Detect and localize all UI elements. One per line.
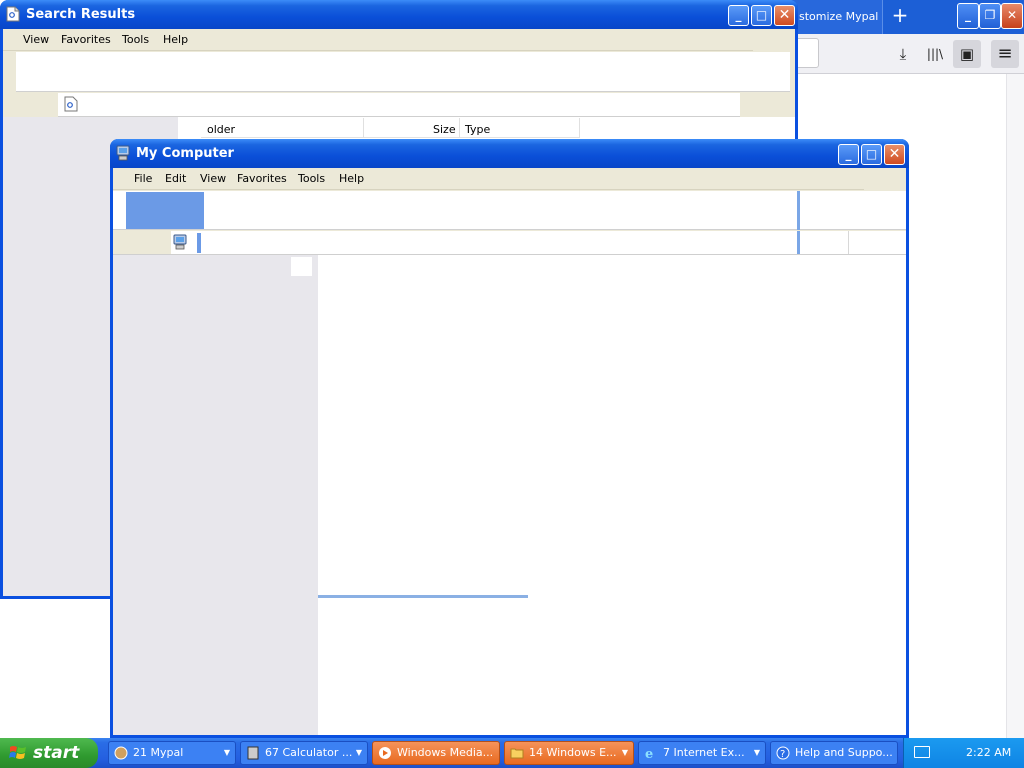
mypal-tab-strip: stomize Mypal + _ ❐ ✕ [781, 0, 1024, 34]
toolbar-selected-button[interactable] [126, 192, 204, 229]
column-folder[interactable]: older [207, 123, 235, 136]
folder-icon [510, 748, 524, 759]
help-icon: ? [776, 746, 790, 760]
mycomputer-close-button[interactable]: ✕ [884, 144, 905, 165]
mypal-tab-customize[interactable]: stomize Mypal [791, 0, 883, 34]
mycomputer-task-pane [113, 255, 318, 735]
address-document-icon [64, 96, 78, 112]
mycomputer-menubar: File Edit View Favorites Tools Help [113, 168, 864, 190]
mypal-close-button[interactable]: ✕ [1001, 3, 1023, 29]
mycomputer-maximize-button[interactable]: □ [861, 144, 882, 165]
mycomputer-content-area[interactable] [318, 255, 906, 735]
search-menubar: View Favorites Tools Help [3, 29, 753, 51]
menu-favorites[interactable]: Favorites [237, 172, 287, 185]
search-results-title: Search Results [26, 7, 136, 22]
svg-text:?: ? [780, 749, 785, 760]
taskbar: start 21 Mypal ▼ 67 Calculator ... ▼ Win… [0, 738, 1024, 768]
task-calculator[interactable]: 67 Calculator ... ▼ [240, 741, 368, 765]
my-computer-window: My Computer _ □ ✕ File Edit View Favorit… [110, 139, 909, 738]
mycomputer-address-bar[interactable] [113, 231, 906, 255]
mypal-restore-button[interactable]: ❐ [979, 3, 1001, 29]
menu-tools[interactable]: Tools [122, 33, 149, 46]
results-column-header: older Size Type [201, 118, 580, 138]
computer-icon [116, 145, 130, 161]
menu-tools[interactable]: Tools [298, 172, 325, 185]
document-search-icon [6, 6, 20, 22]
system-tray: 2:22 AM [903, 738, 1024, 768]
search-close-button[interactable]: ✕ [774, 5, 795, 26]
menu-view[interactable]: View [200, 172, 226, 185]
internet-explorer-icon: e [645, 747, 653, 760]
search-maximize-button[interactable]: □ [751, 5, 772, 26]
column-size[interactable]: Size [433, 123, 456, 136]
new-tab-button[interactable]: + [889, 4, 911, 28]
mypal-icon [114, 746, 128, 760]
start-button[interactable]: start [0, 738, 98, 768]
search-toolbar-band [16, 52, 790, 92]
menu-view[interactable]: View [23, 33, 49, 46]
sidebar-icon[interactable]: ▣ [953, 40, 981, 68]
column-type[interactable]: Type [465, 123, 490, 136]
group-arrow-icon: ▼ [753, 748, 760, 757]
mycomputer-minimize-button[interactable]: _ [838, 144, 859, 165]
mycomputer-toolbar-band [113, 191, 906, 230]
toolbar-separator [797, 191, 800, 230]
mypal-scrollbar[interactable] [1006, 74, 1024, 738]
search-address-bar[interactable] [58, 93, 740, 117]
my-computer-titlebar[interactable]: My Computer _ □ ✕ [110, 139, 909, 168]
mypal-navigation-toolbar: ⤓ |||\ ▣ ≡ [777, 34, 1024, 74]
svg-text:e: e [645, 747, 653, 760]
group-arrow-icon: ▼ [223, 748, 230, 757]
my-computer-title: My Computer [136, 146, 234, 161]
group-arrow-icon: ▼ [355, 748, 362, 757]
menu-edit[interactable]: Edit [165, 172, 186, 185]
menu-favorites[interactable]: Favorites [61, 33, 111, 46]
media-player-icon [379, 747, 391, 759]
hamburger-menu-icon[interactable]: ≡ [991, 40, 1019, 68]
search-results-titlebar[interactable]: Search Results _ □ ✕ [0, 0, 798, 29]
menu-help[interactable]: Help [339, 172, 364, 185]
library-icon[interactable]: |||\ [921, 40, 949, 68]
task-internet-explorer[interactable]: e 7 Internet Ex... ▼ [638, 741, 766, 765]
menu-help[interactable]: Help [163, 33, 188, 46]
task-pane-toggle[interactable] [291, 257, 312, 276]
search-minimize-button[interactable]: _ [728, 5, 749, 26]
keyboard-icon[interactable] [914, 746, 930, 758]
task-windows-media[interactable]: Windows Media... [372, 741, 500, 765]
address-computer-icon [173, 234, 187, 250]
group-arrow-icon: ▼ [621, 748, 628, 757]
task-help-and-support[interactable]: ? Help and Suppo... [770, 741, 898, 765]
calculator-icon [247, 746, 259, 760]
start-label: start [33, 743, 80, 763]
clock[interactable]: 2:22 AM [966, 738, 1011, 768]
windows-flag-icon [9, 746, 26, 759]
mypal-minimize-button[interactable]: _ [957, 3, 979, 29]
menu-file[interactable]: File [134, 172, 152, 185]
task-windows-explorer[interactable]: 14 Windows E... ▼ [504, 741, 634, 765]
download-icon[interactable]: ⤓ [889, 40, 917, 68]
mycomputer-body [113, 255, 906, 735]
task-mypal[interactable]: 21 Mypal ▼ [108, 741, 236, 765]
content-divider [318, 595, 528, 598]
